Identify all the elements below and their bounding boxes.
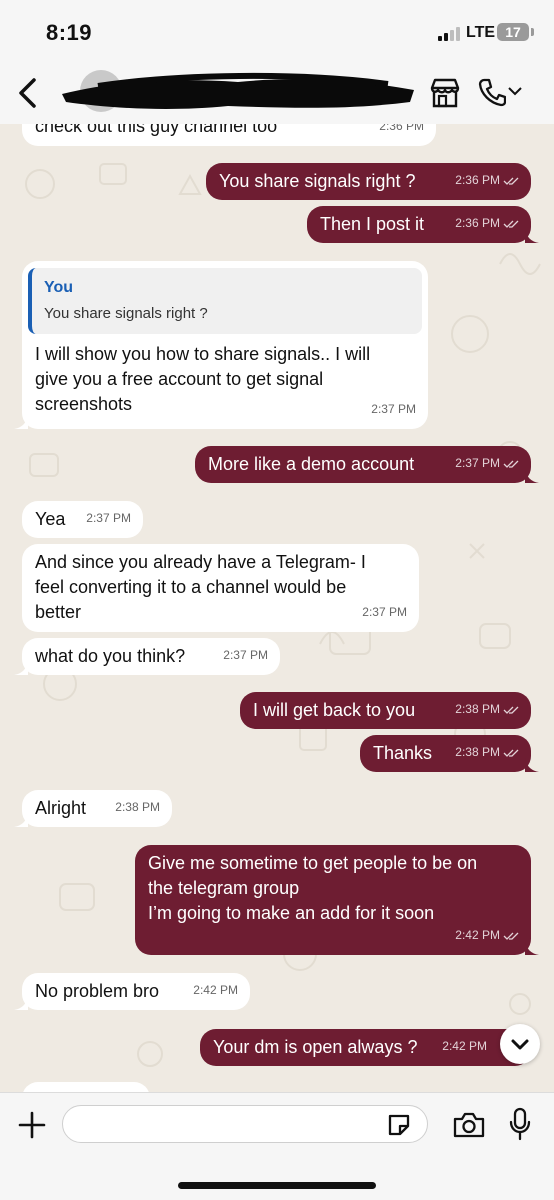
battery-icon: 17 <box>497 23 529 41</box>
message-bubble-outgoing[interactable]: More like a demo account 2:37 PM <box>195 446 539 483</box>
message-time: 2:37 PM <box>86 511 131 525</box>
message-time: 2:42 PM <box>455 928 500 942</box>
read-receipt-icon <box>503 220 519 228</box>
message-text: I will get back to you <box>253 700 416 720</box>
message-time: 2:42 PM <box>193 983 238 997</box>
message-time: 2:42 PM <box>442 1039 487 1053</box>
chat-area[interactable]: check out this guy channel too 2:36 PM Y… <box>0 124 554 1092</box>
message-time: 2:37 PM <box>223 648 268 662</box>
bubble-tail <box>525 758 539 772</box>
chevron-down-icon <box>511 1039 529 1050</box>
message-bubble-incoming[interactable]: what do you think? 2:37 PM <box>14 638 280 675</box>
message-text: Then I post it <box>320 214 425 234</box>
battery-tip <box>531 28 534 36</box>
bubble-tail <box>525 229 539 243</box>
composer-bar <box>0 1092 554 1200</box>
message-text: Yea <box>35 509 66 529</box>
message-bubble-incoming[interactable]: You You share signals right ? I will sho… <box>14 261 428 429</box>
message-input[interactable] <box>62 1105 428 1143</box>
message-time: 2:37 PM <box>371 402 416 416</box>
message-text: And since you already have a Telegram- I… <box>35 552 366 622</box>
status-bar: 8:19 LTE 17 <box>0 0 554 62</box>
message-text: Alright <box>35 798 87 818</box>
message-time: 2:37 PM <box>362 605 407 619</box>
message-bubble-incoming[interactable]: Yea 2:37 PM <box>22 501 143 538</box>
sticker-icon[interactable] <box>386 1112 412 1138</box>
store-icon[interactable] <box>428 76 462 110</box>
message-time: 2:38 PM <box>115 800 160 814</box>
message-text: Thanks <box>373 743 433 763</box>
message-bubble-outgoing[interactable]: Then I post it 2:36 PM <box>307 206 539 243</box>
message-time: 2:36 PM <box>455 173 500 187</box>
message-bubble-outgoing[interactable]: Give me sometime to get people to be on … <box>135 845 539 955</box>
bubble-tail <box>14 996 28 1010</box>
read-receipt-icon <box>503 460 519 468</box>
network-label: LTE <box>466 24 496 41</box>
message-text: Give me sometime to get people to be on … <box>148 853 478 923</box>
redaction-scribble <box>62 72 414 109</box>
message-bubble-incoming[interactable]: No problem bro 2:42 PM <box>14 973 250 1010</box>
message-bubble-outgoing[interactable]: I will get back to you 2:38 PM <box>240 692 531 729</box>
message-bubble-outgoing[interactable]: Thanks 2:38 PM <box>360 735 539 772</box>
message-bubble-outgoing[interactable]: You share signals right ? 2:36 PM <box>206 163 531 200</box>
camera-icon[interactable] <box>452 1111 486 1139</box>
bubble-tail <box>525 941 539 955</box>
bubble-tail <box>14 813 28 827</box>
message-text: Your dm is open always ? <box>213 1037 418 1057</box>
message-text: I will show you how to share signals.. I… <box>35 344 371 414</box>
signal-icon <box>438 27 464 41</box>
status-time: 8:19 <box>46 20 93 45</box>
message-text: No problem bro <box>35 981 160 1001</box>
home-indicator <box>178 1182 376 1189</box>
call-icon[interactable] <box>478 76 506 108</box>
quoted-message[interactable]: You You share signals right ? <box>28 268 422 334</box>
read-receipt-icon <box>503 177 519 185</box>
message-bubble-incoming[interactable]: Alright 2:38 PM <box>14 790 172 827</box>
quote-author: You <box>44 279 74 296</box>
message-text: check out this guy channel too <box>35 124 278 136</box>
chat-header <box>0 62 554 124</box>
message-bubble-outgoing[interactable]: Your dm is open always ? 2:42 PM <box>200 1029 531 1066</box>
scroll-to-bottom-button[interactable] <box>500 1024 540 1064</box>
message-bubble-incoming[interactable]: check out this guy channel too 2:36 PM <box>22 124 436 146</box>
read-receipt-icon <box>503 749 519 757</box>
read-receipt-icon <box>503 932 519 940</box>
message-text: You share signals right ? <box>219 171 416 191</box>
microphone-icon[interactable] <box>508 1107 532 1141</box>
message-time: 2:36 PM <box>379 124 424 133</box>
bubble-tail <box>14 415 28 429</box>
message-bubble-incoming[interactable] <box>22 1082 150 1092</box>
message-text: what do you think? <box>35 646 186 666</box>
message-time: 2:38 PM <box>455 745 500 759</box>
quote-text: You share signals right ? <box>44 305 208 322</box>
bubble-tail <box>525 469 539 483</box>
message-bubble-incoming[interactable]: And since you already have a Telegram- I… <box>22 544 419 632</box>
message-time: 2:38 PM <box>455 702 500 716</box>
chevron-down-icon[interactable] <box>508 86 522 96</box>
message-time: 2:37 PM <box>455 456 500 470</box>
back-icon[interactable] <box>16 76 40 110</box>
read-receipt-icon <box>503 706 519 714</box>
message-time: 2:36 PM <box>455 216 500 230</box>
plus-icon[interactable] <box>18 1111 46 1139</box>
message-text: More like a demo account <box>208 454 415 474</box>
bubble-tail <box>14 661 28 675</box>
